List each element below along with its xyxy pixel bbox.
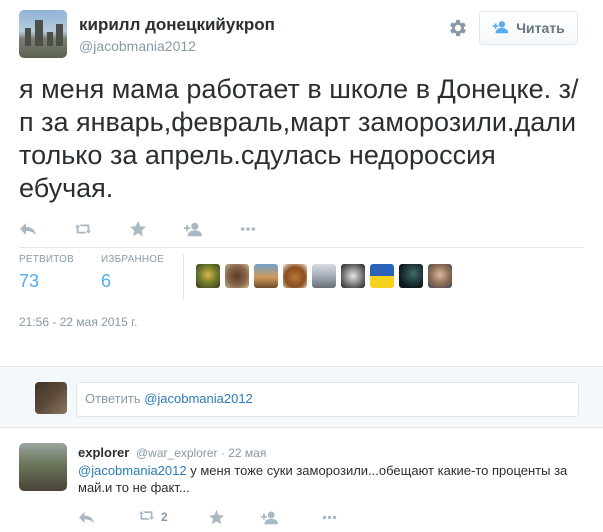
favorite-icon[interactable] xyxy=(129,218,184,240)
divider xyxy=(183,254,184,300)
author-handle[interactable]: @jacobmania2012 xyxy=(79,38,196,54)
retweet-count: 2 xyxy=(161,510,168,524)
avatar[interactable] xyxy=(283,264,307,288)
tweet-text: я меня мама работает в школе в Донецке. … xyxy=(19,74,579,203)
reply-actions: 2 xyxy=(78,507,381,527)
tweet-timestamp[interactable]: 21:56 - 22 мая 2015 г. xyxy=(19,315,137,329)
reply-icon[interactable] xyxy=(19,218,74,240)
favorite-icon[interactable] xyxy=(208,507,261,527)
favoriter-avatars xyxy=(196,264,452,288)
avatar xyxy=(35,382,67,414)
avatar[interactable] xyxy=(196,264,220,288)
retweets-stat[interactable]: РЕТВИТОВ 73 xyxy=(19,254,101,300)
avatar[interactable] xyxy=(312,264,336,288)
avatar[interactable] xyxy=(428,264,452,288)
avatar[interactable] xyxy=(370,264,394,288)
reply-input[interactable]: Ответить @jacobmania2012 xyxy=(76,382,579,417)
more-icon[interactable] xyxy=(321,507,381,527)
avatar[interactable] xyxy=(341,264,365,288)
retweet-icon xyxy=(138,508,155,526)
favorites-label: ИЗБРАННОЕ xyxy=(101,254,165,265)
reply-author-handle[interactable]: @war_explorer · 22 мая xyxy=(136,446,266,460)
reply-mention-link[interactable]: @jacobmania2012 xyxy=(78,463,187,478)
gear-icon[interactable] xyxy=(447,17,469,39)
follow-button[interactable]: Читать xyxy=(479,11,578,45)
reply-composer: Ответить @jacobmania2012 xyxy=(0,366,603,428)
follow-icon[interactable] xyxy=(184,218,239,240)
tweet-actions xyxy=(19,218,294,240)
reply-author-avatar[interactable] xyxy=(19,443,67,491)
avatar[interactable] xyxy=(254,264,278,288)
retweets-label: РЕТВИТОВ xyxy=(19,254,75,265)
more-icon[interactable] xyxy=(239,218,294,240)
favorites-stat[interactable]: ИЗБРАННОЕ 6 xyxy=(101,254,183,300)
retweet-icon[interactable] xyxy=(74,218,129,240)
retweets-count: 73 xyxy=(19,271,40,291)
divider xyxy=(19,247,584,248)
reply-tweet: explorer @war_explorer · 22 мая @jacobma… xyxy=(0,429,603,532)
favorites-count: 6 xyxy=(101,271,112,291)
reply-text: @jacobmania2012 у меня тоже суки замороз… xyxy=(78,462,578,496)
reply-placeholder-prefix: Ответить xyxy=(85,391,145,406)
avatar[interactable] xyxy=(399,264,423,288)
tweet-stats: РЕТВИТОВ 73 ИЗБРАННОЕ 6 xyxy=(19,254,183,300)
main-tweet: кирилл донецкийукроп @jacobmania2012 Чит… xyxy=(0,0,603,366)
follow-icon[interactable] xyxy=(261,507,321,527)
author-avatar[interactable] xyxy=(19,10,67,58)
retweet-button[interactable]: 2 xyxy=(138,507,208,527)
reply-icon[interactable] xyxy=(78,507,138,527)
reply-placeholder-mention: @jacobmania2012 xyxy=(144,391,253,406)
reply-author-name[interactable]: explorer xyxy=(78,445,129,460)
author-name[interactable]: кирилл донецкийукроп xyxy=(79,15,275,35)
follow-user-icon xyxy=(492,20,510,37)
follow-button-label: Читать xyxy=(516,20,565,36)
avatar[interactable] xyxy=(225,264,249,288)
